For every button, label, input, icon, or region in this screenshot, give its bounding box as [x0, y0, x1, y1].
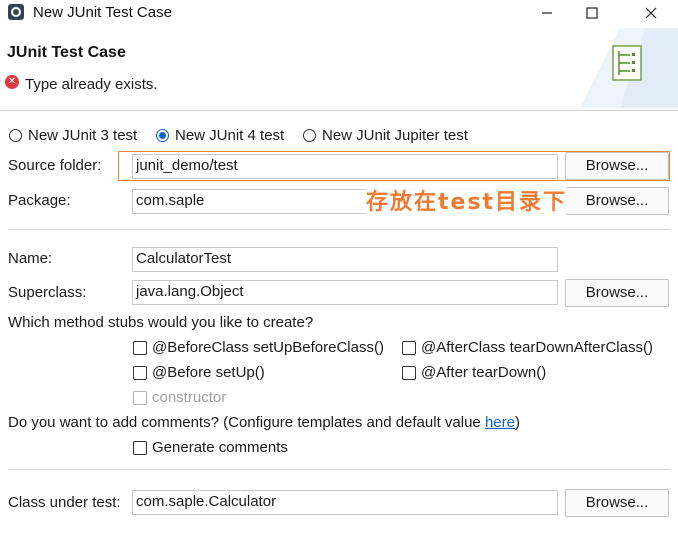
- checkbox-after-class[interactable]: [402, 341, 416, 355]
- checkbox-after-label[interactable]: @After tearDown(): [421, 364, 546, 381]
- minimize-button[interactable]: [524, 0, 570, 26]
- close-button[interactable]: [628, 0, 674, 26]
- checkbox-generate-comments[interactable]: [133, 441, 147, 455]
- source-folder-label: Source folder:: [8, 157, 102, 174]
- checkbox-constructor-label: constructor: [152, 389, 227, 406]
- separator: [8, 229, 670, 230]
- superclass-browse-button[interactable]: Browse...: [565, 279, 669, 307]
- checkbox-before[interactable]: [133, 366, 147, 380]
- comments-question: Do you want to add comments? (Configure …: [8, 414, 520, 431]
- superclass-label: Superclass:: [8, 284, 87, 301]
- class-under-test-input[interactable]: com.saple.Calculator: [132, 490, 558, 515]
- radio-junit3[interactable]: [9, 129, 22, 142]
- page-title: JUnit Test Case: [7, 44, 126, 61]
- separator: [8, 469, 670, 470]
- comments-question-text: Do you want to add comments? (Configure …: [8, 414, 485, 431]
- checkbox-constructor: [133, 391, 147, 405]
- error-icon: ✕: [5, 75, 19, 89]
- checkbox-before-class-label[interactable]: @BeforeClass setUpBeforeClass(): [152, 339, 384, 356]
- package-label: Package:: [8, 192, 71, 209]
- configure-templates-link[interactable]: here: [485, 414, 515, 431]
- name-input[interactable]: CalculatorTest: [132, 247, 558, 272]
- checkbox-generate-comments-label[interactable]: Generate comments: [152, 439, 288, 456]
- class-under-test-browse-button[interactable]: Browse...: [565, 489, 669, 517]
- superclass-input[interactable]: java.lang.Object: [132, 280, 558, 305]
- eclipse-app-icon: [8, 4, 24, 20]
- maximize-button[interactable]: [569, 0, 615, 26]
- comments-question-suffix: ): [514, 414, 520, 431]
- radio-junit-jupiter-label[interactable]: New JUnit Jupiter test: [322, 127, 468, 144]
- junit-wizard-icon: [612, 45, 642, 81]
- close-icon: [645, 7, 657, 19]
- highlight-box: [118, 151, 670, 181]
- error-message: Type already exists.: [25, 76, 158, 93]
- checkbox-after-class-label[interactable]: @AfterClass tearDownAfterClass(): [421, 339, 653, 356]
- package-browse-button[interactable]: Browse...: [565, 187, 669, 215]
- class-under-test-label: Class under test:: [8, 494, 121, 511]
- radio-junit4[interactable]: [156, 129, 169, 142]
- radio-junit4-label[interactable]: New JUnit 4 test: [175, 127, 284, 144]
- annotation-text: 存放在test目录下: [366, 184, 568, 216]
- radio-junit-jupiter[interactable]: [303, 129, 316, 142]
- radio-junit3-label[interactable]: New JUnit 3 test: [28, 127, 137, 144]
- method-stubs-question: Which method stubs would you like to cre…: [8, 314, 314, 331]
- checkbox-before-label[interactable]: @Before setUp(): [152, 364, 265, 381]
- maximize-icon: [586, 7, 598, 19]
- minimize-icon: [542, 12, 552, 14]
- checkbox-before-class[interactable]: [133, 341, 147, 355]
- window-title: New JUnit Test Case: [33, 4, 172, 21]
- checkbox-after[interactable]: [402, 366, 416, 380]
- name-label: Name:: [8, 250, 53, 267]
